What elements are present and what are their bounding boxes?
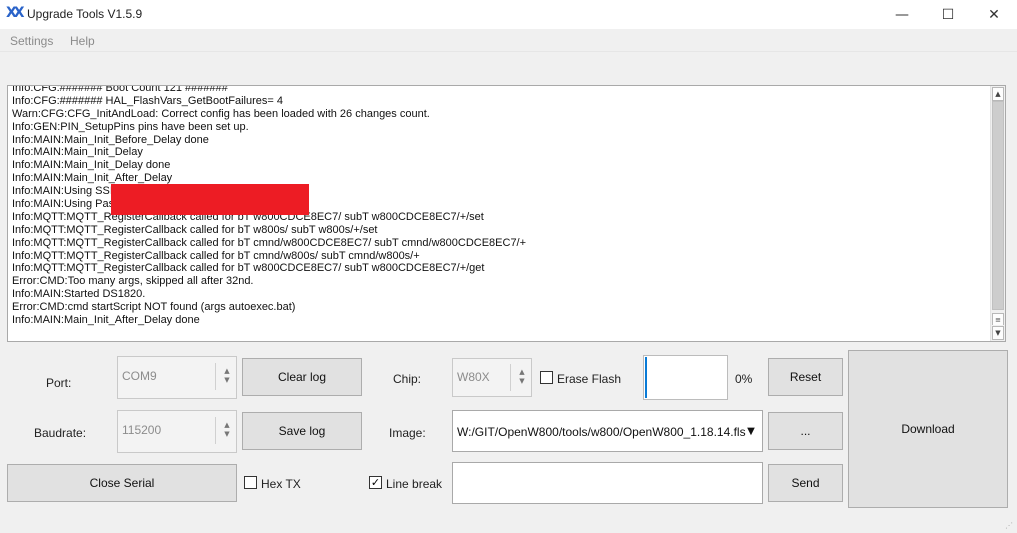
- baudrate-select[interactable]: 115200 ▲ ▼: [117, 410, 237, 453]
- log-line: Info:CFG:####### Boot Count 121 #######: [12, 85, 228, 94]
- log-output[interactable]: Info:CFG:####### Boot Count 121 ####### I…: [7, 85, 1006, 342]
- title-bar: XX Upgrade Tools V1.5.9 — ☐ ✕: [0, 0, 1017, 29]
- chip-label: Chip:: [393, 372, 422, 386]
- progress-fill: [645, 357, 648, 398]
- chip-select[interactable]: W80X ▲ ▼: [452, 358, 532, 397]
- log-line: Info:MAIN:Main_Init_Delay done: [12, 159, 171, 172]
- log-line: Info:MQTT:MQTT_RegisterCallback called f…: [12, 223, 378, 236]
- spinner-icon: ▲ ▼: [519, 368, 525, 385]
- clear-log-button[interactable]: Clear log: [242, 358, 362, 396]
- scroll-thumb[interactable]: [992, 101, 1004, 310]
- send-button[interactable]: Send: [768, 464, 843, 502]
- redaction-box: [111, 184, 309, 215]
- baudrate-value: 115200: [122, 423, 162, 437]
- window-title: Upgrade Tools V1.5.9: [27, 7, 143, 21]
- line-break-checkbox[interactable]: ✓: [369, 476, 382, 489]
- log-line: Info:MAIN:Main_Init_Before_Delay done: [12, 133, 209, 146]
- log-line: Info:GEN:PIN_SetupPins pins have been se…: [12, 120, 249, 133]
- scroll-up-arrow-icon[interactable]: ▲: [992, 87, 1004, 101]
- erase-flash-checkbox[interactable]: [540, 371, 553, 384]
- menu-settings[interactable]: Settings: [10, 34, 53, 48]
- save-log-button[interactable]: Save log: [242, 412, 362, 450]
- log-line: Info:MQTT:MQTT_RegisterCallback called f…: [12, 236, 527, 249]
- log-line: Warn:CFG:CFG_InitAndLoad: Correct config…: [12, 107, 430, 120]
- scroll-down-arrow-icon[interactable]: ▼: [992, 326, 1004, 340]
- log-line: Info:CFG:####### HAL_FlashVars_GetBootFa…: [12, 94, 283, 107]
- hex-tx-label: Hex TX: [261, 477, 301, 491]
- menu-bar: Settings Help: [0, 29, 1017, 52]
- minimize-icon: —: [895, 6, 909, 23]
- log-line: Info:MAIN:Started DS1820.: [12, 288, 146, 301]
- log-line: Info:MQTT:MQTT_RegisterCallback called f…: [12, 249, 420, 262]
- scroll-grip-icon: ≡: [992, 313, 1004, 325]
- log-line: Info:MQTT:MQTT_RegisterCallback called f…: [12, 262, 485, 275]
- hex-tx-checkbox[interactable]: [244, 476, 257, 489]
- port-label: Port:: [46, 376, 72, 390]
- progress-percent: 0%: [735, 372, 753, 386]
- spinner-icon: ▲ ▼: [224, 421, 230, 438]
- minimize-button[interactable]: —: [879, 0, 925, 29]
- log-line: Info:MAIN:Main_Init_Delay: [12, 146, 143, 159]
- log-scrollbar[interactable]: ▲ ≡ ▼: [990, 86, 1005, 341]
- port-select[interactable]: COM9 ▲ ▼: [117, 356, 237, 399]
- download-progress-bar: [643, 355, 728, 400]
- close-icon: ✕: [988, 6, 1000, 23]
- spinner-icon: ▲ ▼: [224, 367, 230, 384]
- maximize-button[interactable]: ☐: [925, 0, 971, 29]
- log-line: Error:CMD:cmd startScript NOT found (arg…: [12, 301, 296, 314]
- maximize-icon: ☐: [941, 6, 955, 23]
- port-value: COM9: [122, 369, 157, 383]
- image-path-select[interactable]: W:/GIT/OpenW800/tools/w800/OpenW800_1.18…: [452, 410, 763, 452]
- close-window-button[interactable]: ✕: [971, 0, 1017, 29]
- resize-grip-icon[interactable]: ⋰: [1005, 521, 1015, 531]
- browse-button[interactable]: ...: [768, 412, 843, 450]
- reset-button[interactable]: Reset: [768, 358, 843, 396]
- baudrate-label: Baudrate:: [34, 426, 87, 440]
- send-text-input[interactable]: [452, 462, 763, 504]
- line-break-label: Line break: [386, 477, 443, 491]
- log-line: Error:CMD:Too many args, skipped all aft…: [12, 275, 254, 288]
- chip-value: W80X: [457, 370, 490, 384]
- image-label: Image:: [389, 426, 426, 440]
- close-serial-button[interactable]: Close Serial: [7, 464, 237, 502]
- log-line: Info:MAIN:Main_Init_After_Delay done: [12, 314, 200, 327]
- image-path-value: W:/GIT/OpenW800/tools/w800/OpenW800_1.18…: [457, 425, 746, 439]
- app-logo-icon: XX: [6, 5, 25, 21]
- download-button[interactable]: Download: [848, 350, 1008, 508]
- erase-flash-label: Erase Flash: [557, 372, 622, 386]
- menu-help[interactable]: Help: [70, 34, 95, 48]
- chevron-down-icon[interactable]: ▼: [740, 411, 762, 451]
